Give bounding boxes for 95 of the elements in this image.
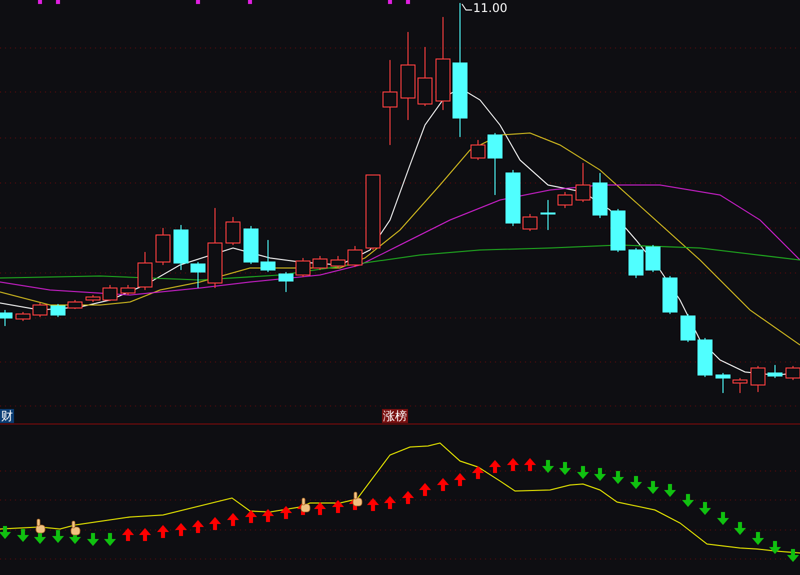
down-arrow-icon — [717, 512, 729, 525]
up-arrow-icon — [227, 513, 239, 526]
candlestick — [102, 284, 118, 302]
up-arrow-icon — [314, 502, 326, 515]
up-arrow-icon — [332, 500, 344, 513]
candlestick — [138, 252, 152, 290]
candlestick — [540, 200, 556, 230]
candlestick — [418, 46, 432, 106]
candlestick — [0, 310, 12, 326]
down-arrow-icon — [104, 533, 116, 546]
up-arrow-icon — [262, 509, 274, 522]
candlestick — [750, 366, 766, 392]
candlestick — [628, 248, 644, 278]
candlestick — [662, 276, 678, 314]
down-arrow-icon — [559, 462, 571, 475]
down-arrow-icon — [699, 502, 711, 515]
candlestick — [646, 244, 660, 272]
up-arrow-icon — [472, 466, 484, 479]
candlestick — [558, 192, 572, 208]
candlestick — [592, 172, 608, 218]
down-arrow-icon — [752, 532, 764, 545]
down-arrow-icon — [0, 526, 11, 539]
up-arrow-icon — [139, 528, 151, 541]
top-marker — [248, 0, 252, 4]
down-arrow-icon — [87, 533, 99, 546]
up-arrow-icon — [507, 458, 519, 471]
candlestick — [190, 262, 206, 288]
hand-pointer-icon — [70, 520, 80, 536]
up-arrow-icon — [402, 491, 414, 504]
up-arrow-icon — [209, 517, 221, 530]
indicator-tag: 涨榜 — [382, 409, 408, 423]
indicator-tag: 财 — [0, 409, 14, 423]
up-arrow-icon — [192, 520, 204, 533]
up-arrow-icon — [245, 510, 257, 523]
up-arrow-icon — [367, 498, 379, 511]
top-marker — [38, 0, 42, 4]
candlestick — [296, 258, 310, 278]
peak-price-label: 11.00 — [473, 1, 508, 15]
hand-pointer-icon — [352, 492, 362, 506]
down-arrow-icon — [630, 476, 642, 489]
up-arrow-icon — [280, 506, 292, 519]
candlestick — [260, 240, 276, 272]
down-arrow-icon — [682, 494, 694, 507]
candlestick — [156, 228, 170, 266]
candlestick — [16, 312, 30, 322]
top-marker — [388, 0, 392, 4]
down-arrow-icon — [769, 541, 781, 554]
down-arrow-icon — [787, 549, 799, 562]
up-arrow-icon — [157, 525, 169, 538]
up-arrow-icon — [122, 528, 134, 541]
candlestick — [732, 378, 748, 394]
top-marker — [406, 0, 410, 4]
down-arrow-icon — [647, 481, 659, 494]
down-arrow-icon — [734, 522, 746, 535]
down-arrow-icon — [52, 530, 64, 543]
hand-pointer-icon — [300, 498, 310, 512]
up-arrow-icon — [437, 478, 449, 491]
down-arrow-icon — [17, 529, 29, 542]
up-arrow-icon — [384, 496, 396, 509]
up-arrow-icon — [489, 460, 501, 473]
down-arrow-icon — [664, 484, 676, 497]
up-arrow-icon — [175, 523, 187, 536]
down-arrow-icon — [577, 466, 589, 479]
candlestick — [32, 302, 48, 318]
candlestick — [226, 216, 240, 246]
down-arrow-icon — [542, 460, 554, 473]
candlestick — [120, 284, 136, 296]
top-marker — [56, 0, 60, 4]
down-arrow-icon — [612, 471, 624, 484]
candlestick — [174, 224, 188, 270]
candlestick — [576, 162, 590, 202]
hand-pointer-icon — [36, 518, 46, 534]
candlestick — [68, 300, 82, 310]
candlestick — [50, 304, 66, 318]
peak-pointer-line — [462, 4, 472, 10]
candlestick — [348, 246, 362, 268]
candlestick — [610, 208, 626, 252]
down-arrow-icon — [594, 468, 606, 481]
up-arrow-icon — [454, 473, 466, 486]
candlestick — [278, 272, 294, 292]
up-arrow-icon — [419, 483, 431, 496]
candlestick — [506, 170, 520, 226]
candlestick — [86, 294, 100, 302]
candlestick — [244, 226, 258, 264]
candlestick — [470, 140, 486, 160]
candlestick — [680, 314, 696, 342]
candlestick — [716, 372, 730, 394]
top-marker — [196, 0, 200, 4]
candlestick — [330, 256, 346, 268]
candlestick — [698, 338, 712, 378]
candlestick — [522, 214, 538, 232]
candlestick — [768, 364, 782, 378]
candlestick — [488, 132, 502, 196]
candlestick — [312, 256, 328, 270]
up-arrow-icon — [524, 458, 536, 471]
